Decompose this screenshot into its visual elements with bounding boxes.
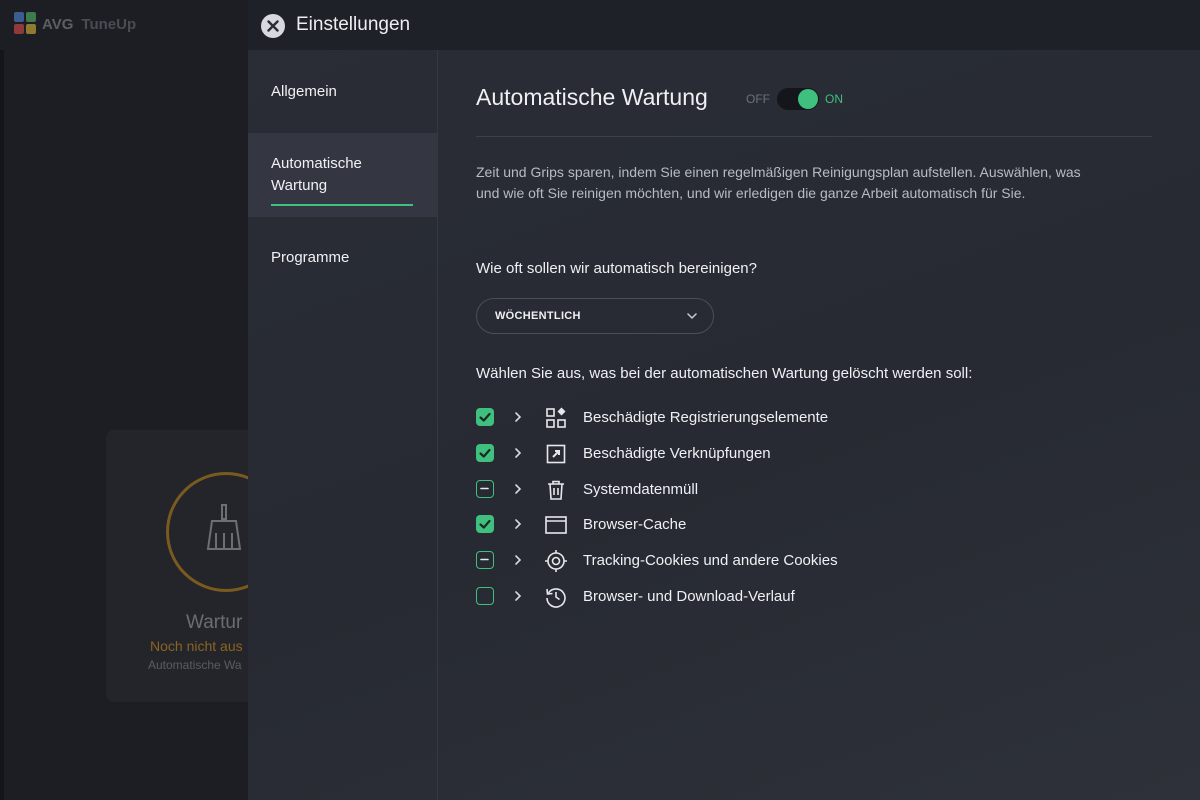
minus-icon	[480, 487, 489, 490]
avg-logo: AVG TuneUp	[14, 12, 136, 36]
minus-icon	[480, 558, 489, 561]
frequency-question: Wie oft sollen wir automatisch bereinige…	[476, 260, 757, 277]
item-label: Browser-Cache	[583, 516, 687, 533]
maintenance-toggle-switch[interactable]	[777, 88, 819, 110]
section-divider	[476, 136, 1152, 137]
settings-panel: Einstellungen Allgemein Automatische War…	[248, 0, 1200, 800]
maintenance-toggle: OFF ON	[746, 87, 843, 111]
section-description: Zeit und Grips sparen, indem Sie einen r…	[476, 164, 1081, 201]
window-edge	[0, 50, 4, 800]
maintenance-status: Noch nicht aus	[150, 638, 243, 654]
toggle-on-label: ON	[825, 92, 843, 106]
registry-icon	[546, 407, 566, 428]
toggle-knob	[798, 89, 818, 109]
item-label: Beschädigte Verknüpfungen	[583, 445, 771, 462]
nav-active-underline	[271, 204, 413, 206]
section-title: Automatische Wartung	[476, 84, 708, 110]
list-item-history: Browser- und Download-Verlauf	[476, 584, 976, 610]
checkbox-partial[interactable]	[476, 480, 494, 498]
settings-header: Einstellungen	[248, 0, 1200, 50]
checkbox-unchecked[interactable]	[476, 587, 494, 605]
chevron-right-icon[interactable]	[514, 518, 522, 530]
maintenance-caption: Automatische Wa	[148, 658, 242, 672]
frequency-dropdown[interactable]: WÖCHENTLICH	[476, 298, 714, 334]
item-label: Tracking-Cookies und andere Cookies	[583, 552, 838, 569]
browser-window-icon	[545, 516, 567, 534]
broom-icon	[206, 504, 242, 550]
avg-logo-icon	[14, 12, 38, 36]
check-icon	[479, 519, 491, 529]
settings-title: Einstellungen	[296, 14, 411, 35]
close-icon	[267, 20, 279, 32]
item-label: Beschädigte Registrierungselemente	[583, 409, 829, 426]
list-item-browser-cache: Browser-Cache	[476, 512, 976, 538]
chevron-right-icon[interactable]	[514, 554, 522, 566]
check-icon	[479, 412, 491, 422]
trash-icon	[548, 480, 564, 500]
chevron-down-icon	[687, 313, 697, 320]
close-button[interactable]	[261, 14, 285, 38]
item-label: Browser- und Download-Verlauf	[583, 588, 795, 605]
history-icon	[546, 588, 566, 608]
shortcut-icon	[546, 444, 566, 464]
check-icon	[479, 448, 491, 458]
checkbox-checked[interactable]	[476, 408, 494, 426]
nav-item-allgemein[interactable]: Allgemein	[248, 70, 437, 114]
checkbox-partial[interactable]	[476, 551, 494, 569]
item-label: Systemdatenmüll	[583, 481, 699, 498]
list-item-registry: Beschädigte Registrierungselemente	[476, 405, 976, 431]
nav-item-label: Programme	[271, 249, 350, 266]
nav-item-automatische-wartung[interactable]: Automatische Wartung	[248, 133, 437, 217]
list-item-tracking-cookies: Tracking-Cookies und andere Cookies	[476, 548, 976, 574]
maintenance-title: Wartur	[186, 612, 243, 633]
app-brand: AVG	[42, 15, 74, 33]
chevron-right-icon[interactable]	[514, 447, 522, 459]
target-icon	[545, 550, 567, 572]
list-item-shortcuts: Beschädigte Verknüpfungen	[476, 441, 976, 467]
nav-item-programme[interactable]: Programme	[248, 237, 437, 281]
frequency-value: WÖCHENTLICH	[495, 310, 581, 322]
list-item-system-junk: Systemdatenmüll	[476, 477, 976, 503]
nav-item-label: Automatische Wartung	[271, 155, 362, 194]
app-name: TuneUp	[81, 15, 137, 33]
chevron-right-icon[interactable]	[514, 483, 522, 495]
checkbox-checked[interactable]	[476, 515, 494, 533]
settings-nav: Allgemein Automatische Wartung Programme	[248, 50, 438, 800]
nav-item-label: Allgemein	[271, 83, 337, 100]
items-question: Wählen Sie aus, was bei der automatische…	[476, 365, 973, 382]
chevron-right-icon[interactable]	[514, 411, 522, 423]
toggle-off-label: OFF	[746, 92, 770, 106]
chevron-right-icon[interactable]	[514, 590, 522, 602]
checkbox-checked[interactable]	[476, 444, 494, 462]
